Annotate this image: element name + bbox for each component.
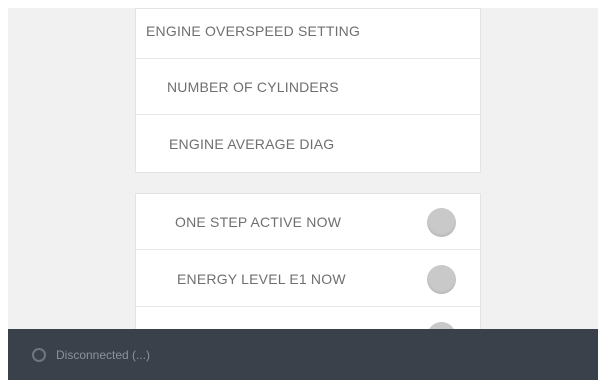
- app-screen: ENGINE OVERSPEED SETTING NUMBER OF CYLIN…: [8, 8, 598, 380]
- toggle-row-label: ONE STEP ACTIVE NOW: [175, 213, 342, 230]
- menu-item-engine-overspeed-setting[interactable]: ENGINE OVERSPEED SETTING: [136, 9, 480, 59]
- status-toggle-card: ONE STEP ACTIVE NOW ENERGY LEVEL E1 NOW: [135, 193, 481, 343]
- toggle-row-one-step-active-now: ONE STEP ACTIVE NOW: [136, 194, 480, 250]
- menu-item-label: ENGINE AVERAGE DIAG: [169, 136, 335, 152]
- connection-status-text: Disconnected (...): [56, 347, 151, 362]
- toggle-row-label: ENERGY LEVEL E1 NOW: [177, 270, 346, 287]
- toggle-row-energy-level-e1-now: ENERGY LEVEL E1 NOW: [136, 251, 480, 307]
- connection-status-bar: Disconnected (...): [8, 329, 598, 380]
- status-circle-icon: [32, 347, 46, 362]
- energy-level-e1-toggle[interactable]: [427, 265, 456, 294]
- menu-item-engine-average-diag[interactable]: ENGINE AVERAGE DIAG: [136, 116, 480, 172]
- menu-item-label: ENGINE OVERSPEED SETTING: [146, 22, 361, 39]
- menu-item-number-of-cylinders[interactable]: NUMBER OF CYLINDERS: [136, 59, 480, 115]
- menu-item-label: NUMBER OF CYLINDERS: [167, 78, 339, 95]
- one-step-active-toggle[interactable]: [427, 208, 456, 237]
- settings-menu-card: ENGINE OVERSPEED SETTING NUMBER OF CYLIN…: [135, 8, 481, 173]
